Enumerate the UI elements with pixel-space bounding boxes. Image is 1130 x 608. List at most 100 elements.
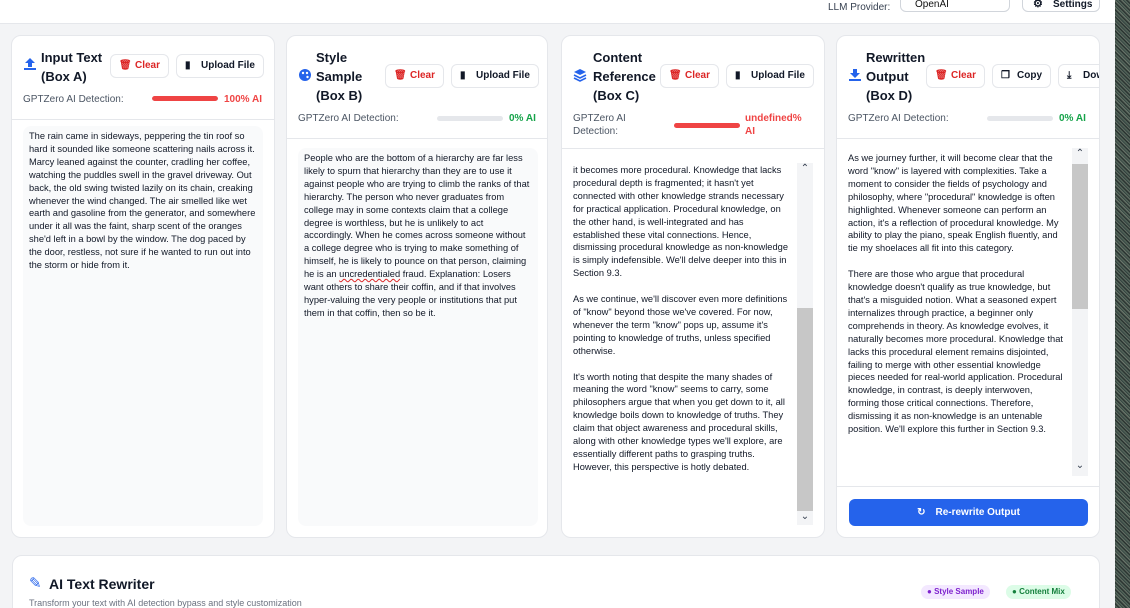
scroll-down-arrow[interactable]: ⌄ xyxy=(1072,460,1088,471)
file-icon: ▮ xyxy=(185,60,191,71)
settings-button[interactable]: ⚙ Settings xyxy=(1022,0,1100,12)
badge-label: Content Mix xyxy=(1019,587,1065,596)
trash-icon: 🗑 xyxy=(394,70,407,81)
badge-label: Style Sample xyxy=(934,587,984,596)
upload-file-button[interactable]: ▮ Upload File xyxy=(726,64,814,88)
download-icon xyxy=(848,68,862,85)
scroll-up-arrow[interactable]: ⌃ xyxy=(1072,148,1088,159)
ai-detection-bar xyxy=(152,96,218,101)
copy-label: Copy xyxy=(1017,70,1042,81)
upload-label: Upload File xyxy=(201,60,255,71)
ai-detection-bar xyxy=(674,123,740,128)
title-line-2: (Box A) xyxy=(41,69,87,84)
refresh-icon: ↻ xyxy=(917,507,926,518)
panel-title: Content Reference (Box C) xyxy=(593,48,656,105)
clear-button[interactable]: 🗑 Clear xyxy=(385,64,445,88)
download-icon: ⤓ xyxy=(1067,70,1072,81)
clear-button[interactable]: 🗑 Clear xyxy=(110,54,170,78)
divider xyxy=(562,148,824,149)
style-sample-panel: Style Sample (Box B) 🗑 Clear ▮ Upload Fi… xyxy=(286,35,548,538)
background-strip xyxy=(1115,0,1130,608)
layers-icon xyxy=(573,68,587,85)
title-line-3: (Box D) xyxy=(866,88,913,103)
rewriter-header-card: ✎ AI Text Rewriter Transform your text w… xyxy=(12,555,1100,608)
value-line-1: undefined% xyxy=(745,113,802,124)
clear-label: Clear xyxy=(951,70,977,81)
misspelled-word: uncredentialed xyxy=(339,269,401,280)
label-line-1: GPTZero AI xyxy=(573,113,626,124)
scrollbar[interactable]: ⌃ ⌄ xyxy=(797,163,813,525)
pencil-icon: ✎ xyxy=(29,575,42,592)
input-textarea[interactable]: The rain came in sideways, peppering the… xyxy=(23,126,263,526)
llm-provider-select[interactable]: OpenAI xyxy=(900,0,1010,12)
ai-detection-value: undefined% AI xyxy=(745,112,802,138)
divider xyxy=(837,138,1099,139)
clear-button[interactable]: 🗑 Clear xyxy=(660,64,720,88)
ai-detection-value: 0% AI xyxy=(1059,113,1086,124)
app-title: AI Text Rewriter xyxy=(49,576,155,592)
content-mix-badge: ● Content Mix xyxy=(1006,585,1071,599)
title-line-2: Reference xyxy=(593,69,656,84)
style-sample-textarea[interactable]: People who are the bottom of a hierarchy… xyxy=(298,148,538,526)
upload-label: Upload File xyxy=(476,70,530,81)
top-bar: LLM Provider: OpenAI ⚙ Settings xyxy=(0,0,1115,24)
upload-file-button[interactable]: ▮ Upload File xyxy=(176,54,264,78)
trash-icon: 🗑 xyxy=(935,70,948,81)
ai-detection-bar xyxy=(987,116,1053,121)
file-icon: ▮ xyxy=(460,70,466,81)
label-line-2: Detection: xyxy=(573,126,619,137)
panel-title: Input Text (Box A) xyxy=(41,48,102,86)
value-line-2: AI xyxy=(745,126,755,137)
palette-icon xyxy=(298,68,312,85)
copy-icon: ❐ xyxy=(1001,70,1010,81)
app-subtitle: Transform your text with AI detection by… xyxy=(29,598,302,608)
style-text-part: People who are the bottom of a hierarchy… xyxy=(304,153,532,280)
ai-detection-label: GPTZero AI Detection: xyxy=(298,113,399,124)
ai-detection-label: GPTZero AI Detection: xyxy=(23,94,124,105)
rewrite-label: Re-rewrite Output xyxy=(935,507,1020,518)
panel-title: Rewritten Output (Box D) xyxy=(866,48,925,105)
divider xyxy=(287,138,547,139)
copy-button[interactable]: ❐ Copy xyxy=(992,64,1051,88)
title-line-1: Input Text xyxy=(41,50,103,65)
scroll-down-arrow[interactable]: ⌄ xyxy=(797,511,813,522)
title-line-1: Style xyxy=(316,50,348,65)
divider xyxy=(837,486,1099,487)
scroll-thumb[interactable] xyxy=(797,308,813,511)
scroll-up-arrow[interactable]: ⌃ xyxy=(797,163,813,174)
rewritten-output-textarea[interactable]: As we journey further, it will become cl… xyxy=(842,148,1070,476)
style-sample-badge: ● Style Sample xyxy=(921,585,990,599)
gear-icon: ⚙ xyxy=(1033,0,1043,10)
content-reference-panel: Content Reference (Box C) 🗑 Clear ▮ Uplo… xyxy=(561,35,825,538)
ai-detection-label: GPTZero AI Detection: xyxy=(573,112,626,138)
clear-label: Clear xyxy=(685,70,711,81)
settings-label: Settings xyxy=(1053,0,1093,10)
input-text-panel: Input Text (Box A) 🗑 Clear ▮ Upload File… xyxy=(11,35,275,538)
upload-file-button[interactable]: ▮ Upload File xyxy=(451,64,539,88)
title-line-1: Rewritten xyxy=(866,50,926,65)
title-line-3: (Box B) xyxy=(316,88,363,103)
title-line-2: Sample xyxy=(316,69,363,84)
panel-title: Style Sample (Box B) xyxy=(316,48,362,105)
ai-detection-value: 100% AI xyxy=(224,94,262,105)
divider xyxy=(12,119,274,120)
re-rewrite-output-button[interactable]: ↻ Re-rewrite Output xyxy=(849,499,1088,526)
clear-button[interactable]: 🗑 Clear xyxy=(926,64,986,88)
llm-provider-label: LLM Provider: xyxy=(828,2,891,13)
title-line-2: Output xyxy=(866,69,909,84)
upload-label: Upload File xyxy=(751,70,805,81)
trash-icon: 🗑 xyxy=(669,70,682,81)
file-icon: ▮ xyxy=(735,70,741,81)
scroll-thumb[interactable] xyxy=(1072,164,1088,309)
rewritten-output-panel: Rewritten Output (Box D) 🗑 Clear ❐ Copy … xyxy=(836,35,1100,538)
ai-detection-bar xyxy=(437,116,503,121)
content-reference-textarea[interactable]: it becomes more procedural. Knowledge th… xyxy=(567,158,797,526)
trash-icon: 🗑 xyxy=(119,60,132,71)
ai-detection-fill xyxy=(152,96,218,101)
upload-icon xyxy=(23,57,37,74)
clear-label: Clear xyxy=(410,70,436,81)
ai-detection-value: 0% AI xyxy=(509,113,536,124)
title-line-3: (Box C) xyxy=(593,88,640,103)
download-button[interactable]: ⤓ Download xyxy=(1058,64,1099,88)
scrollbar[interactable]: ⌃ ⌄ xyxy=(1072,148,1088,476)
